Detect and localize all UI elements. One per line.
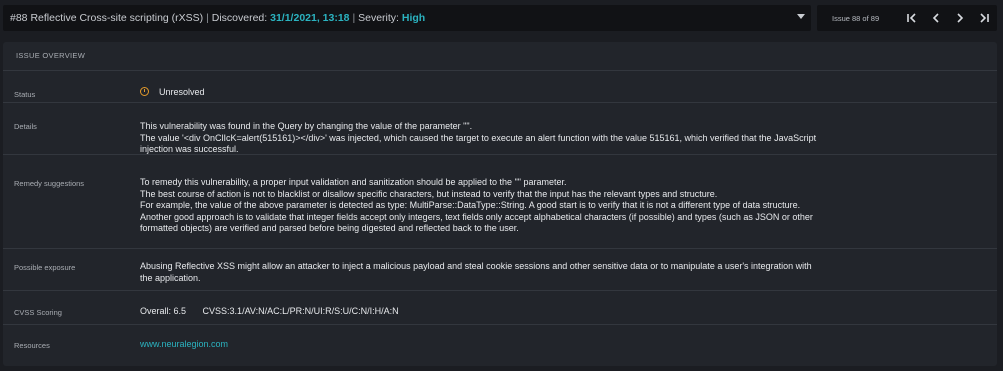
severity-label: Severity:	[358, 12, 399, 24]
cvss-overall: Overall: 6.5	[140, 306, 187, 316]
remedy-line: To remedy this vulnerability, a proper i…	[140, 177, 567, 187]
resource-link[interactable]: www.neuralegion.com	[140, 339, 228, 349]
panel-title: ISSUE OVERVIEW	[3, 42, 997, 71]
remedy-line: formatted objects) are verified and pars…	[140, 223, 519, 233]
first-issue-button[interactable]	[900, 8, 924, 28]
status-value: Unresolved	[159, 87, 205, 97]
warning-circle-icon	[140, 87, 149, 96]
remedy-label: Remedy suggestions	[14, 179, 85, 188]
details-value: This vulnerability was found in the Quer…	[140, 121, 920, 156]
separator: |	[206, 12, 209, 24]
skip-first-icon	[907, 13, 916, 23]
status-label: Status	[14, 90, 36, 99]
remedy-line: The best course of action is not to blac…	[140, 188, 718, 199]
severity-value: High	[401, 12, 426, 24]
prev-issue-button[interactable]	[924, 8, 948, 28]
cvss-label: CVSS Scoring	[14, 308, 62, 317]
discovered-label: Discovered:	[211, 12, 268, 24]
exposure-line: Abusing Reflective XSS might allow an at…	[140, 261, 812, 271]
remedy-line: Another good approach is to validate tha…	[140, 211, 813, 222]
last-issue-button[interactable]	[972, 8, 996, 28]
issue-number: #88	[10, 12, 28, 24]
details-row: Details This vulnerability was found in …	[3, 103, 997, 155]
issue-title-dropdown[interactable]: #88 Reflective Cross-site scripting (rXS…	[3, 5, 811, 31]
chevron-left-icon	[932, 13, 939, 23]
remedy-row: Remedy suggestions To remedy this vulner…	[3, 165, 997, 249]
cvss-vector: CVSS:3.1/AV:N/AC:L/PR:N/UI:R/S:U/C:N/I:H…	[202, 306, 399, 316]
exposure-line: the application.	[140, 272, 201, 283]
skip-last-icon	[980, 13, 989, 23]
resources-label: Resources	[14, 341, 50, 350]
remedy-line: For example, the value of the above para…	[140, 200, 801, 210]
pager-label: Issue 88 of 89	[832, 13, 880, 23]
status-value-wrap: Unresolved	[140, 86, 920, 99]
chevron-right-icon	[957, 13, 964, 23]
resources-value: www.neuralegion.com	[140, 339, 920, 351]
details-line: This vulnerability was found in the Quer…	[140, 121, 473, 131]
issue-title: #88 Reflective Cross-site scripting (rXS…	[10, 12, 425, 24]
details-line: The value '<div OnClIcK=alert(515161)></…	[140, 132, 817, 143]
remedy-value: To remedy this vulnerability, a proper i…	[140, 177, 920, 235]
cvss-row: CVSS Scoring Overall: 6.5 CVSS:3.1/AV:N/…	[3, 291, 997, 325]
chevron-down-icon[interactable]	[797, 14, 805, 19]
exposure-row: Possible exposure Abusing Reflective XSS…	[3, 249, 997, 291]
details-line: injection was successful.	[140, 144, 239, 154]
issue-name: Reflective Cross-site scripting (rXSS)	[30, 12, 204, 24]
details-label: Details	[14, 122, 37, 131]
cvss-value: Overall: 6.5 CVSS:3.1/AV:N/AC:L/PR:N/UI:…	[140, 306, 920, 318]
next-issue-button[interactable]	[948, 8, 972, 28]
exposure-value: Abusing Reflective XSS might allow an at…	[140, 261, 920, 284]
issue-pager: Issue 88 of 89	[817, 5, 997, 31]
exposure-label: Possible exposure	[14, 263, 76, 272]
status-row: Status Unresolved	[3, 71, 997, 103]
discovered-value: 31/1/2021, 13:18	[270, 12, 350, 24]
separator: |	[352, 12, 356, 24]
resources-row: Resources www.neuralegion.com	[3, 325, 997, 365]
issue-overview-panel: ISSUE OVERVIEW Status Unresolved Details…	[3, 42, 997, 366]
